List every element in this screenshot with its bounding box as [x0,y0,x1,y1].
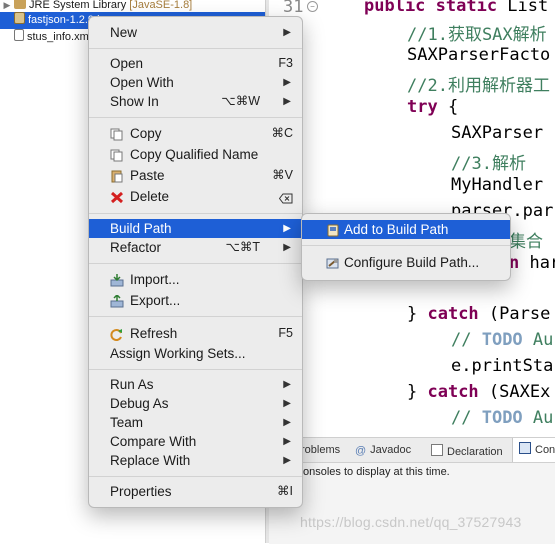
menu-item-import[interactable]: Import... [89,270,302,289]
menu-item-add-to-build-path[interactable]: Add to Build Path [302,220,510,239]
code-line: public static List [364,0,549,16]
menu-separator [89,213,302,214]
menu-item-run-as[interactable]: Run As ▶ [89,375,302,394]
submenu-arrow-icon: ▶ [283,417,291,428]
code-line: // TODO Au [451,330,554,350]
submenu-arrow-icon: ▶ [283,96,291,107]
tab-console[interactable]: Con [512,438,555,462]
menu-item-build-path[interactable]: Build Path ▶ [89,219,302,238]
code-line: SAXParser [451,123,554,143]
delete-icon [110,190,124,204]
paste-icon [110,169,124,183]
code-line: e.printSta [451,356,554,376]
submenu-arrow-icon: ▶ [283,379,291,390]
submenu-arrow-icon: ▶ [283,77,291,88]
code-line: SAXParserFacto [407,45,551,65]
jar-add-icon [326,223,340,237]
tree-item-stus-info[interactable]: stus_info.xml [0,29,91,46]
menu-item-assign-working-sets[interactable]: Assign Working Sets... [89,344,302,363]
code-line: 集合 [509,232,543,252]
tab-problems[interactable]: roblems [301,444,340,456]
menu-item-paste[interactable]: Paste ⌘V [89,166,302,185]
console-icon [519,442,531,454]
code-line: } catch (Parse [407,304,551,324]
library-icon [14,0,26,9]
submenu-arrow-icon: ▶ [283,436,291,447]
context-menu: New ▶ Open F3 Open With ▶ Show In ⌥⌘W ▶ Copy ⌘… [88,16,303,508]
refresh-icon [110,327,124,341]
menu-item-show-in[interactable]: Show In ⌥⌘W ▶ [89,92,302,111]
fold-toggle-icon[interactable]: − [307,1,318,12]
jar-file-icon [14,12,25,24]
line-number: 31 [283,0,304,17]
code-line: try { [407,97,459,117]
menu-separator [89,263,302,264]
delete-key-icon [278,191,293,210]
menu-item-configure-build-path[interactable]: Configure Build Path... [302,253,510,272]
menu-separator [89,316,302,317]
declaration-icon [431,444,443,456]
menu-item-replace-with[interactable]: Replace With ▶ [89,451,302,470]
code-line: MyHandler [451,175,554,195]
code-line: //2.利用解析器工 [407,76,550,96]
menu-separator [89,48,302,49]
menu-separator [89,476,302,477]
submenu-arrow-icon: ▶ [283,242,291,253]
menu-item-export[interactable]: Export... [89,291,302,310]
menu-item-delete[interactable]: Delete [89,187,302,206]
submenu-arrow-icon: ▶ [283,455,291,466]
tab-declaration[interactable]: Declaration [431,444,503,458]
xml-file-icon [14,29,24,41]
menu-item-copy-qualified-name[interactable]: Copy Qualified Name [89,145,302,164]
tab-javadoc[interactable]: @ Javadoc [355,444,411,457]
menu-item-team[interactable]: Team ▶ [89,413,302,432]
menu-item-copy[interactable]: Copy ⌘C [89,124,302,143]
menu-separator [302,245,510,246]
menu-item-properties[interactable]: Properties ⌘I [89,482,302,501]
code-line: //3.解析 [451,154,526,174]
menu-separator [89,369,302,370]
menu-item-compare-with[interactable]: Compare With ▶ [89,432,302,451]
menu-item-debug-as[interactable]: Debug As ▶ [89,394,302,413]
at-icon: @ [355,445,367,457]
menu-item-refresh[interactable]: Refresh F5 [89,324,302,343]
code-line: // TODO Au [451,408,554,428]
import-icon [110,273,124,287]
export-icon [110,293,124,308]
code-line: //1.获取SAX解析 [407,25,547,45]
submenu-arrow-icon: ▶ [283,398,291,409]
copy-icon [110,127,124,141]
build-path-submenu: Add to Build Path Configure Build Path..… [301,213,511,281]
configure-build-path-icon [326,256,340,269]
code-line: n har [509,253,555,273]
menu-item-refactor[interactable]: Refactor ⌥⌘T ▶ [89,238,302,257]
menu-item-open-with[interactable]: Open With ▶ [89,73,302,92]
submenu-arrow-icon: ▶ [283,223,291,234]
menu-separator [89,117,302,118]
console-empty-message: onsoles to display at this time. [303,466,450,478]
submenu-arrow-icon: ▶ [283,27,291,38]
menu-item-open[interactable]: Open F3 [89,54,302,73]
copy-icon [110,148,124,162]
menu-item-new[interactable]: New ▶ [89,23,302,42]
watermark: https://blog.csdn.net/qq_37527943 [300,514,522,530]
view-tabs: roblems @ Javadoc Declaration Con [269,438,555,463]
code-line: } catch (SAXEx [407,382,551,402]
